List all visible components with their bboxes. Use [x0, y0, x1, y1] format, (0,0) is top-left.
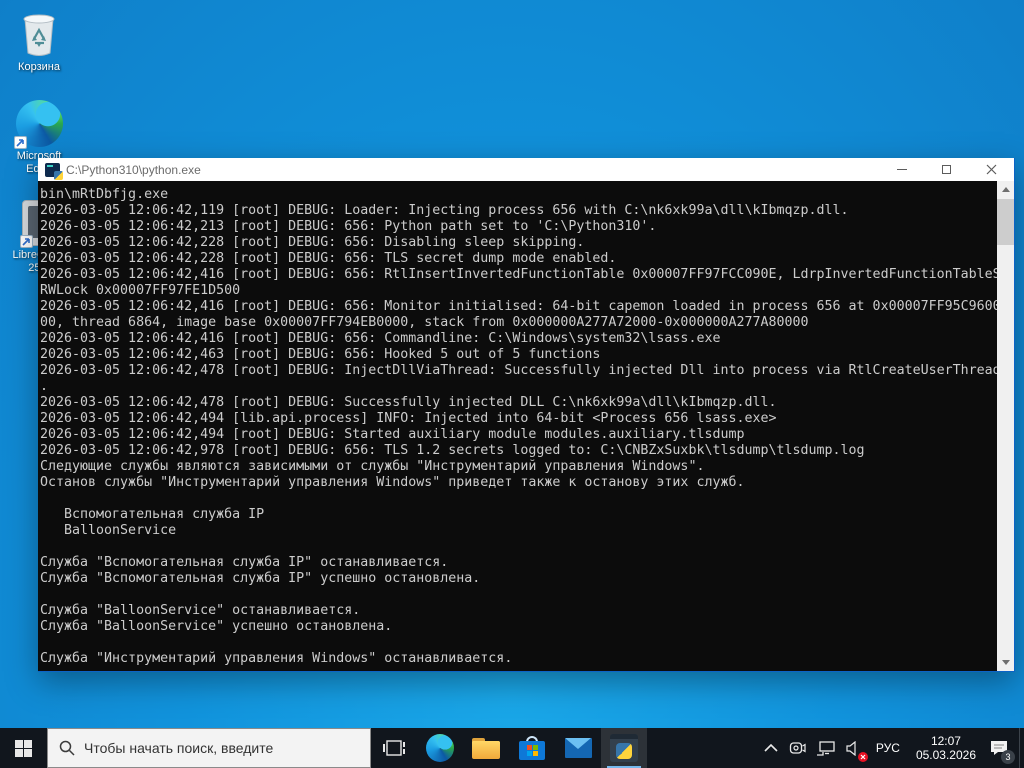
- scroll-up-button[interactable]: [997, 181, 1014, 198]
- notification-badge: 3: [1001, 750, 1015, 764]
- recycle-bin-icon: [17, 8, 61, 58]
- maximize-button[interactable]: [924, 158, 969, 181]
- camera-icon: [788, 741, 806, 755]
- python-console-icon: [45, 163, 60, 177]
- taskbar-python-console-button[interactable]: [601, 728, 647, 768]
- taskbar-mail-button[interactable]: [555, 728, 601, 768]
- network-icon: [816, 741, 836, 756]
- show-desktop-button[interactable]: [1019, 728, 1024, 768]
- action-center-button[interactable]: 3: [984, 728, 1019, 768]
- scrollbar-thumb[interactable]: [997, 199, 1014, 245]
- meet-now-button[interactable]: [783, 728, 811, 768]
- edge-icon: [426, 734, 454, 762]
- shortcut-arrow-icon: [14, 136, 27, 149]
- mute-badge: [858, 752, 868, 762]
- console-output[interactable]: bin\mRtDbfjg.exe 2026-03-05 12:06:42,119…: [38, 181, 1014, 671]
- taskbar-edge-button[interactable]: [417, 728, 463, 768]
- mail-icon: [565, 738, 592, 758]
- search-icon: [59, 740, 75, 756]
- windows-logo-icon: [15, 740, 32, 757]
- scroll-down-icon: [1002, 660, 1010, 665]
- close-button[interactable]: [969, 158, 1014, 181]
- taskbar: РУС 12:07 05.03.2026 3: [0, 728, 1024, 768]
- search-input[interactable]: [84, 740, 334, 756]
- taskbar-store-button[interactable]: [509, 728, 555, 768]
- window-titlebar[interactable]: C:\Python310\python.exe: [38, 158, 1014, 181]
- tray-expand-button[interactable]: [759, 728, 783, 768]
- taskbar-file-explorer-button[interactable]: [463, 728, 509, 768]
- console-window: C:\Python310\python.exe bin\mRtDbfjg.exe…: [38, 158, 1015, 672]
- volume-button[interactable]: [841, 728, 868, 768]
- python-console-icon: [610, 734, 638, 762]
- console-text: bin\mRtDbfjg.exe 2026-03-05 12:06:42,119…: [40, 187, 1001, 667]
- minimize-button[interactable]: [879, 158, 924, 181]
- minimize-icon: [897, 169, 907, 170]
- desktop-icon-recycle-bin[interactable]: Корзина: [6, 8, 72, 74]
- maximize-icon: [942, 165, 951, 174]
- taskbar-search[interactable]: [47, 728, 371, 768]
- clock-date: 05.03.2026: [916, 748, 976, 762]
- scroll-down-button[interactable]: [997, 654, 1014, 671]
- recycle-bin-label: Корзина: [18, 61, 60, 74]
- task-view-button[interactable]: [371, 728, 417, 768]
- edge-icon: [16, 100, 63, 147]
- clock-time: 12:07: [931, 734, 961, 748]
- scrollbar[interactable]: [997, 181, 1014, 671]
- desktop: Корзина Microsoft Edge LibreOffice 25.2: [0, 0, 1024, 768]
- close-icon: [986, 164, 997, 175]
- system-tray: РУС 12:07 05.03.2026 3: [759, 728, 1024, 768]
- window-title: C:\Python310\python.exe: [66, 163, 201, 177]
- start-button[interactable]: [0, 728, 47, 768]
- network-button[interactable]: [811, 728, 841, 768]
- task-view-icon: [383, 738, 405, 758]
- microsoft-store-icon: [519, 736, 545, 760]
- language-indicator[interactable]: РУС: [868, 728, 908, 768]
- scroll-up-icon: [1002, 187, 1010, 192]
- taskbar-clock[interactable]: 12:07 05.03.2026: [908, 728, 984, 768]
- shortcut-arrow-icon: [20, 235, 33, 248]
- chevron-up-icon: [764, 744, 778, 753]
- file-explorer-icon: [472, 738, 500, 759]
